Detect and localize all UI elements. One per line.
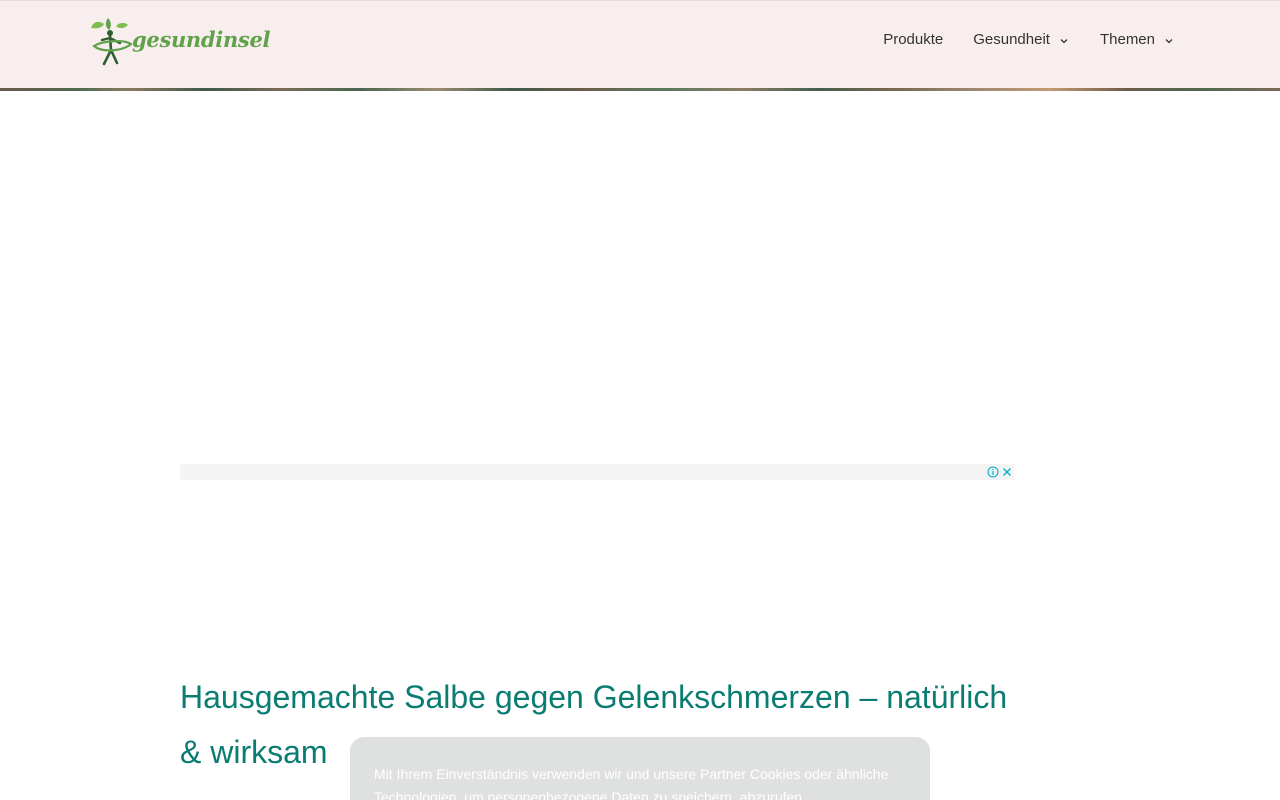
nav-item-label: Gesundheit	[973, 31, 1050, 48]
close-icon[interactable]	[1001, 466, 1013, 478]
info-icon[interactable]	[987, 466, 999, 478]
nav-item-label: Produkte	[883, 31, 944, 48]
site-header: gesundinsel Produkte Gesundheit Themen	[0, 0, 1280, 88]
consent-text: Mit Ihrem Einverständnis verwenden wir u…	[374, 766, 889, 800]
chevron-down-icon	[1060, 38, 1068, 43]
nav-item-produkte[interactable]: Produkte	[883, 31, 943, 48]
cookie-consent-dialog: Mit Ihrem Einverständnis verwenden wir u…	[350, 737, 930, 800]
main-nav: Produkte Gesundheit Themen	[883, 31, 1175, 48]
nav-item-gesundheit[interactable]: Gesundheit	[973, 31, 1070, 48]
chevron-down-icon	[1165, 38, 1173, 43]
logo-text: gesundinsel	[132, 26, 271, 52]
logo-plant-icon	[91, 18, 133, 66]
nav-item-label: Themen	[1099, 31, 1155, 48]
ad-bar	[180, 464, 1014, 480]
site-logo[interactable]: gesundinsel	[90, 15, 271, 69]
header-image-strip	[0, 88, 1280, 91]
page: gesundinsel Produkte Gesundheit Themen H…	[0, 0, 1280, 800]
nav-item-themen[interactable]: Themen	[1100, 31, 1175, 48]
